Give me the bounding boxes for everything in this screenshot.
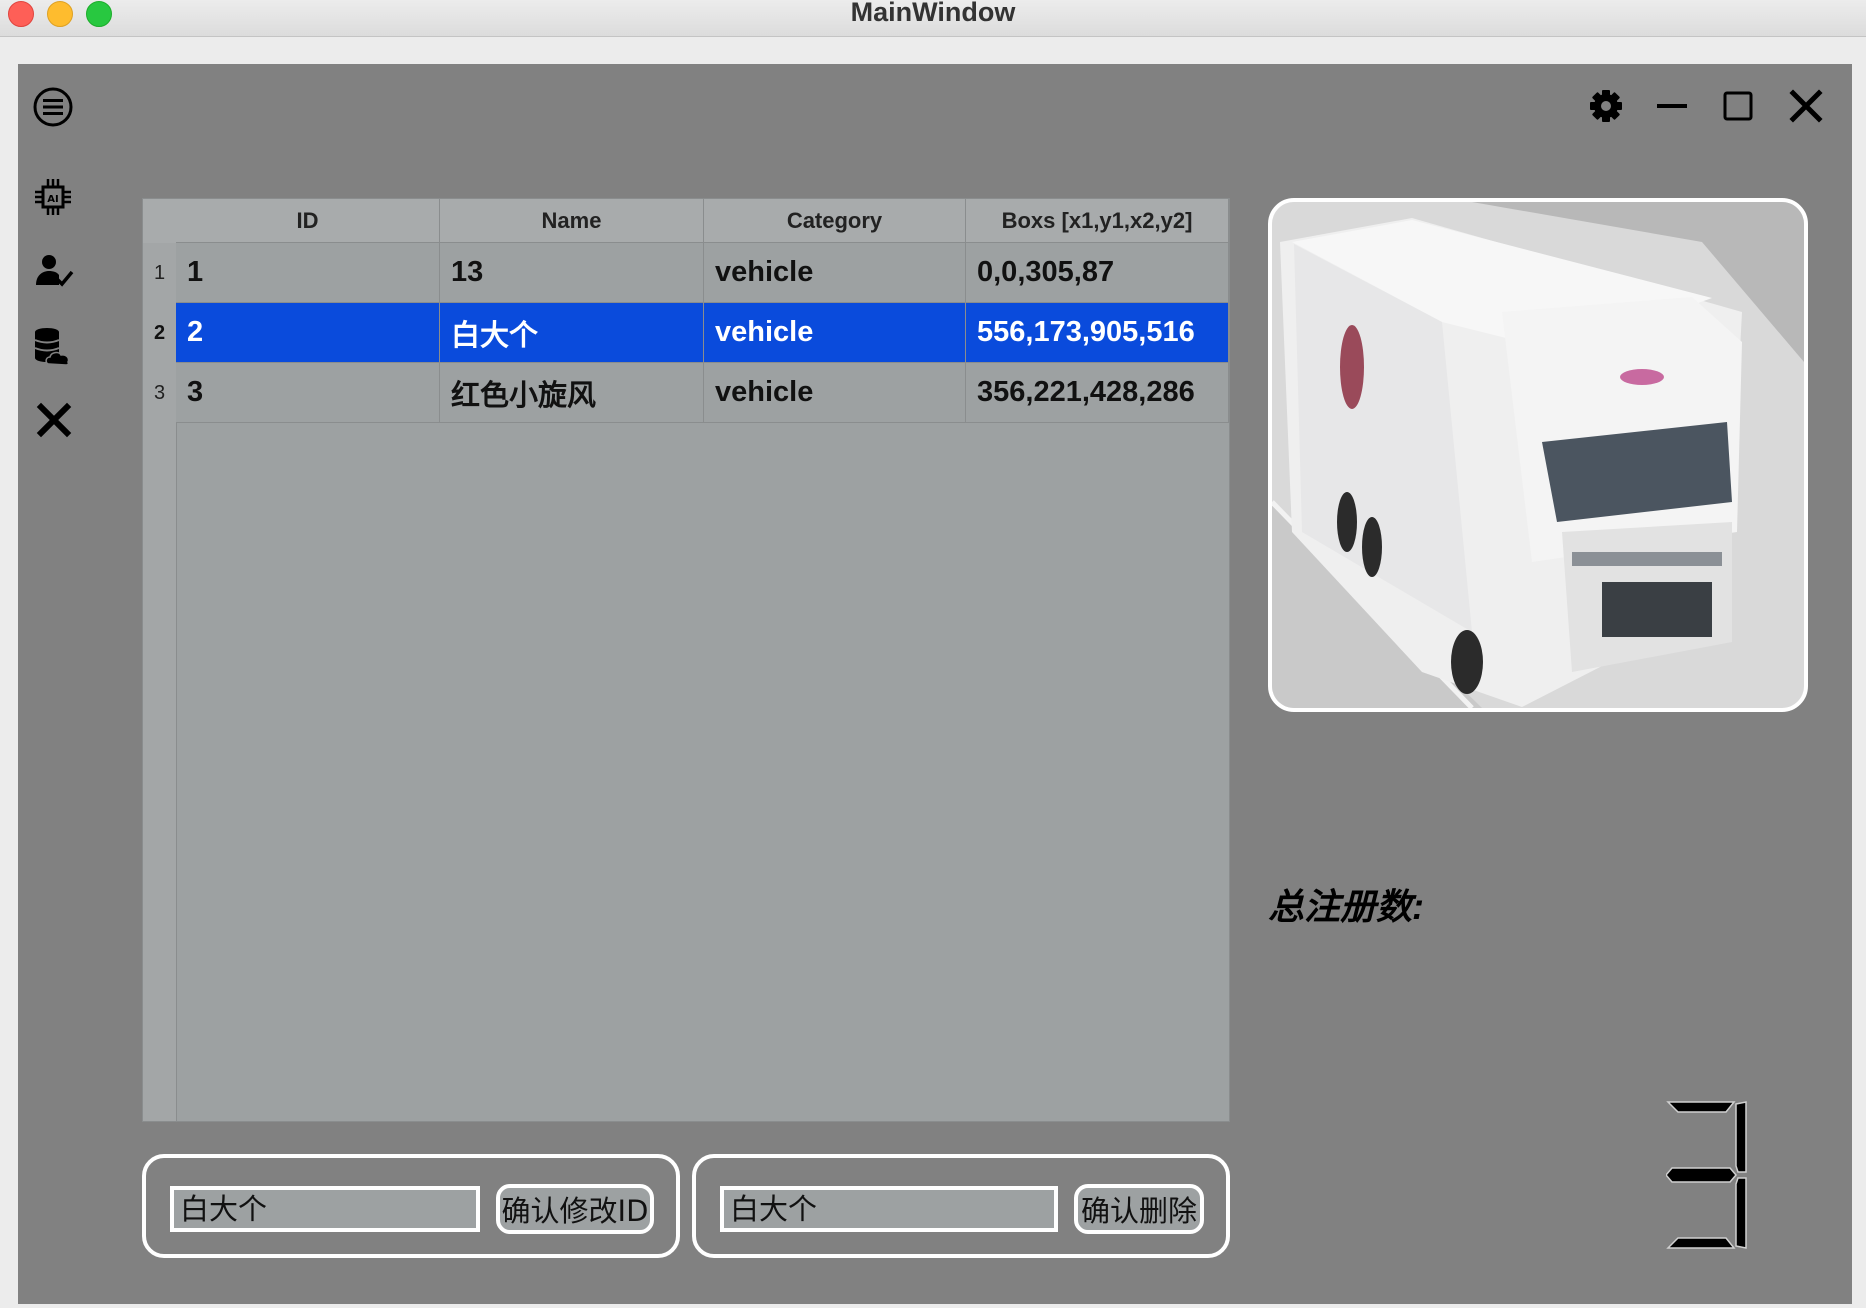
window-close-icon[interactable] — [1788, 88, 1824, 124]
table-cell-category-selected[interactable]: vehicle — [704, 303, 966, 363]
window-titlebar: MainWindow — [0, 0, 1866, 37]
table-cell-boxs-selected[interactable]: 556,173,905,516 — [966, 303, 1229, 363]
close-icon[interactable] — [36, 402, 72, 438]
maximize-icon[interactable] — [1722, 90, 1754, 122]
user-check-icon[interactable] — [34, 252, 74, 292]
menu-icon[interactable] — [32, 86, 74, 128]
row-number[interactable]: 1 — [143, 243, 176, 303]
table-cell-name[interactable]: 红色小旋风 — [440, 363, 704, 423]
preview-image-frame — [1268, 198, 1808, 712]
gear-icon[interactable] — [1588, 88, 1624, 124]
main-panel: AI ID Name Category Boxs [x1,y1,x2,y2] 1… — [18, 64, 1852, 1304]
delete-input[interactable]: 白大个 — [720, 1186, 1058, 1232]
column-header-boxs[interactable]: Boxs [x1,y1,x2,y2] — [966, 199, 1229, 243]
table-cell-boxs[interactable]: 0,0,305,87 — [966, 243, 1229, 303]
column-header-id[interactable]: ID — [176, 199, 440, 243]
table-corner[interactable] — [143, 199, 177, 244]
edit-id-group: 白大个 确认修改ID — [142, 1154, 680, 1258]
table-cell-boxs[interactable]: 356,221,428,286 — [966, 363, 1229, 423]
lcd-value: 3 — [1666, 1100, 1667, 1101]
table-cell-id[interactable]: 1 — [176, 243, 440, 303]
ai-chip-icon[interactable]: AI — [32, 176, 74, 218]
table-cell-name-selected[interactable]: 白大个 — [440, 303, 704, 363]
table-cell-category[interactable]: vehicle — [704, 243, 966, 303]
edit-id-input[interactable]: 白大个 — [170, 1186, 480, 1232]
truck-image — [1272, 202, 1804, 708]
table-cell-name[interactable]: 13 — [440, 243, 704, 303]
window-title: MainWindow — [850, 0, 1016, 27]
row-number[interactable]: 3 — [143, 363, 176, 423]
table-cell-id-selected[interactable]: 2 — [176, 303, 440, 363]
table-cell-category[interactable]: vehicle — [704, 363, 966, 423]
table-cell-id[interactable]: 3 — [176, 363, 440, 423]
svg-text:AI: AI — [47, 194, 58, 205]
total-registered-label: 总注册数: — [1268, 886, 1424, 927]
column-header-name[interactable]: Name — [440, 199, 704, 243]
total-count-lcd: 3 — [1666, 1100, 1747, 1249]
confirm-edit-id-button[interactable]: 确认修改ID — [496, 1184, 654, 1234]
column-header-category[interactable]: Category — [704, 199, 966, 243]
minimize-icon[interactable] — [1654, 88, 1690, 124]
confirm-delete-button[interactable]: 确认删除 — [1074, 1184, 1204, 1234]
delete-group: 白大个 确认删除 — [692, 1154, 1230, 1258]
registry-table[interactable]: ID Name Category Boxs [x1,y1,x2,y2] 1 1 … — [142, 198, 1230, 1122]
database-cloud-icon[interactable] — [33, 326, 73, 368]
row-number[interactable]: 2 — [143, 303, 176, 363]
